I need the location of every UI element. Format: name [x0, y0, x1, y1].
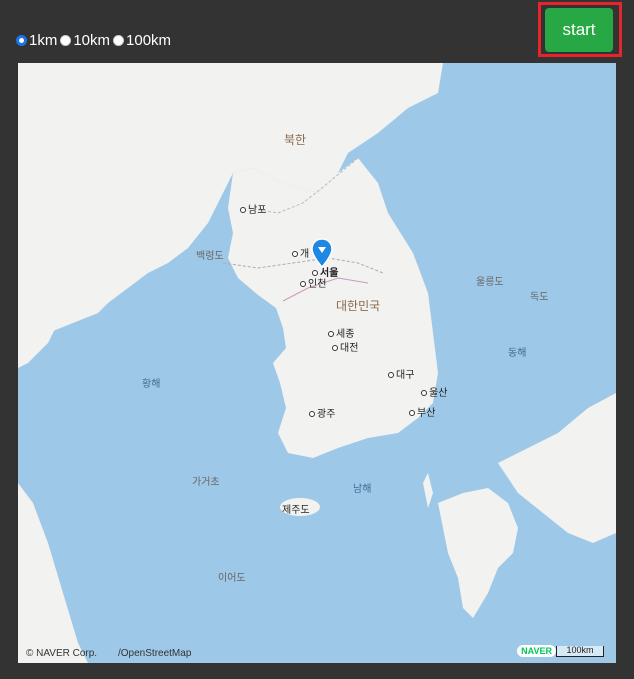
label-incheon: 인천	[300, 275, 326, 290]
map-scale-bar: 100km	[556, 646, 604, 657]
naver-logo: NAVER	[517, 645, 556, 657]
label-east-sea: 동해	[508, 348, 527, 359]
label-nampo-text: 남포	[248, 205, 267, 216]
label-north-korea: 북한	[284, 133, 307, 147]
label-daejeon-text: 대전	[340, 343, 359, 354]
radio-1km-dot[interactable]	[16, 35, 27, 46]
map-view[interactable]: 북한 대한민국 남포 백령도 개 서울 인천 울릉도 독도 세종 대전 동해 황…	[18, 63, 616, 663]
label-ieodo: 이어도	[218, 573, 246, 584]
label-busan: 부산	[409, 404, 435, 419]
city-dot-icon	[240, 207, 246, 214]
radio-1km-label: 1km	[29, 32, 58, 49]
label-incheon-text: 인천	[308, 279, 327, 290]
city-dot-icon	[328, 331, 334, 338]
city-dot-icon	[332, 345, 338, 352]
label-baengnyeongdo: 백령도	[196, 251, 224, 262]
label-south-korea: 대한민국	[336, 299, 381, 313]
radio-10km[interactable]: 10km	[60, 32, 110, 49]
city-dot-icon	[292, 251, 298, 258]
label-ulsan-text: 울산	[429, 388, 448, 399]
label-daegu: 대구	[388, 366, 414, 381]
city-dot-icon	[409, 410, 415, 417]
label-gageocho: 가거초	[192, 477, 220, 488]
map-osm-credit[interactable]: /OpenStreetMap	[118, 648, 191, 659]
radio-10km-label: 10km	[73, 32, 111, 49]
label-yellow-sea: 황해	[142, 379, 161, 390]
city-dot-icon	[421, 390, 427, 397]
radio-100km-label: 100km	[126, 32, 172, 49]
label-sejong: 세종	[328, 325, 354, 340]
label-gwangju-text: 광주	[317, 409, 336, 420]
label-daegu-text: 대구	[396, 370, 415, 381]
label-busan-text: 부산	[417, 408, 436, 419]
label-ulleungdo: 울릉도	[476, 277, 504, 288]
label-nampo: 남포	[240, 201, 266, 216]
radio-100km[interactable]: 100km	[113, 32, 171, 49]
city-dot-icon	[300, 281, 306, 288]
start-button[interactable]: start	[545, 8, 613, 52]
label-south-sea: 남해	[353, 484, 372, 495]
label-daejeon: 대전	[332, 339, 358, 354]
label-jejudo: 제주도	[282, 505, 310, 516]
label-gwangju: 광주	[309, 405, 335, 420]
city-dot-icon	[309, 411, 315, 418]
label-gaeseong: 개	[292, 245, 309, 260]
city-dot-icon	[388, 372, 394, 379]
radio-10km-dot[interactable]	[60, 35, 72, 46]
label-dokdo: 독도	[530, 292, 549, 303]
radius-radio-group: 1km 10km 100km	[16, 32, 174, 49]
radio-100km-dot[interactable]	[113, 35, 125, 46]
radio-1km[interactable]: 1km	[16, 32, 57, 49]
label-gaeseong-text: 개	[300, 249, 310, 260]
label-ulsan: 울산	[421, 384, 447, 399]
map-copyright: © NAVER Corp.	[26, 648, 98, 659]
map-land-shapes	[18, 63, 616, 663]
